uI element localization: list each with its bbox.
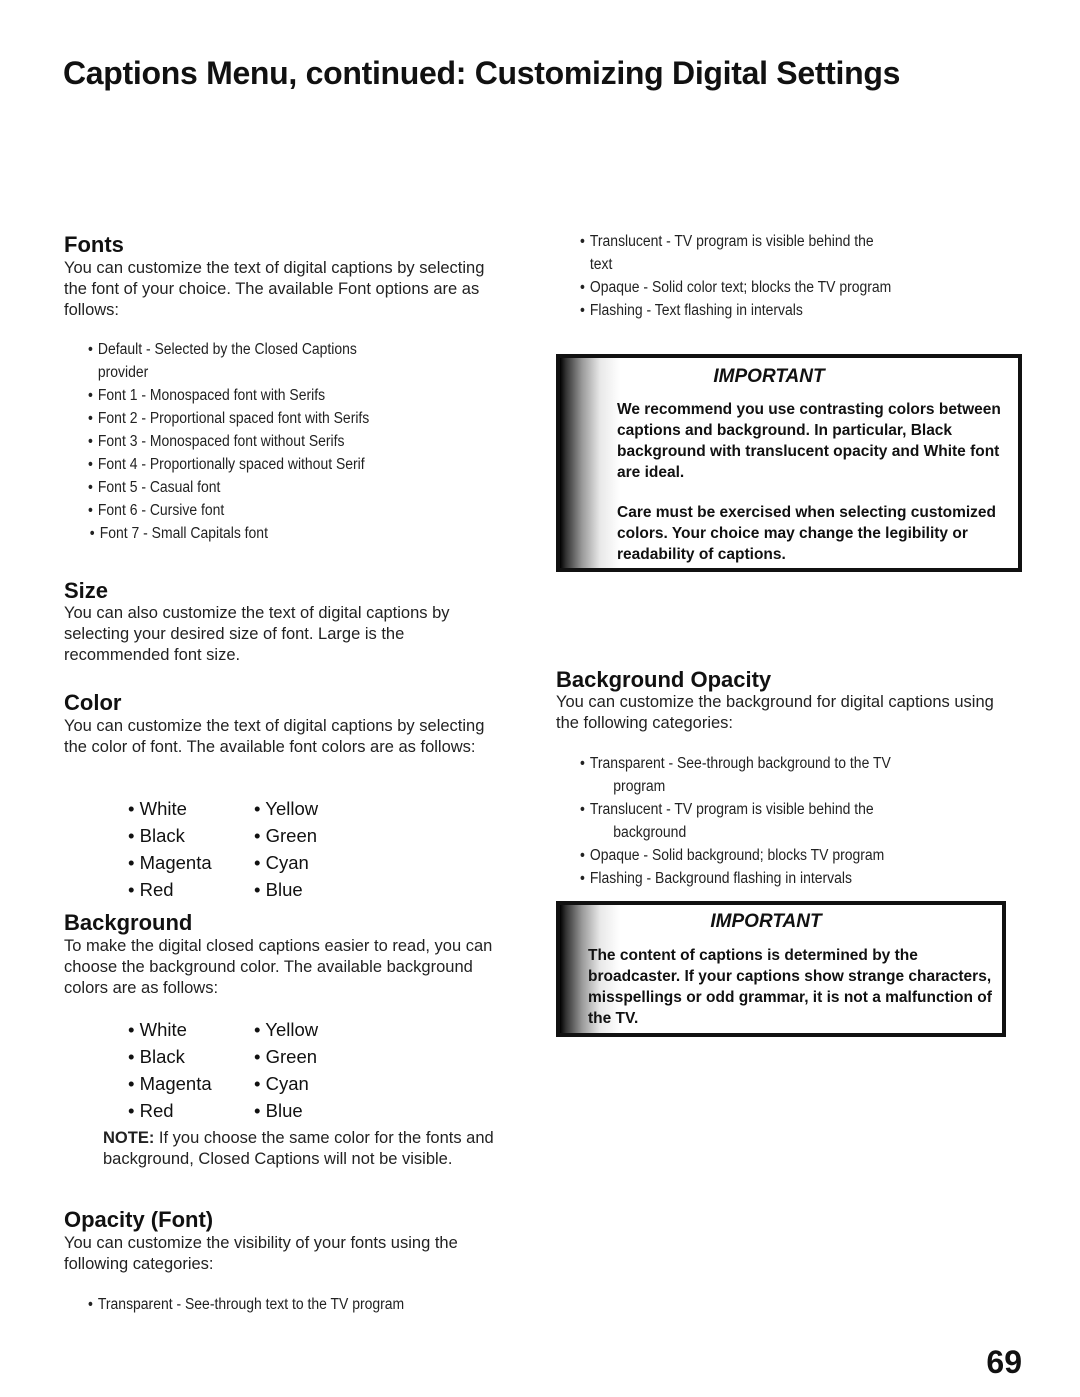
color-option: Red <box>128 1100 254 1122</box>
size-text: You can also customize the text of digit… <box>64 604 450 664</box>
color-option: Blue <box>254 1100 374 1122</box>
list-item: Flashing - Text flashing in intervals <box>580 299 958 322</box>
list-item: Flashing - Background flashing in interv… <box>580 867 967 890</box>
color-option: White <box>128 1019 254 1041</box>
important-para: The content of captions is determined by… <box>588 947 992 1027</box>
background-note: NOTE: If you choose the same color for t… <box>103 1128 513 1170</box>
opacity-font-list-continued: Translucent - TV program is visible behi… <box>580 230 958 322</box>
color-heading: Color <box>64 690 122 715</box>
list-item: Font 6 - Cursive font <box>88 499 466 522</box>
fonts-heading: Fonts <box>64 232 124 257</box>
color-option: White <box>128 798 254 820</box>
important-box-broadcaster: IMPORTANT The content of captions is det… <box>556 901 1006 1037</box>
list-item: Font 4 - Proportionally spaced without S… <box>88 453 466 476</box>
list-item: Font 1 - Monospaced font with Serifs <box>88 384 466 407</box>
color-option: Blue <box>254 879 374 901</box>
color-option: Yellow <box>254 798 374 820</box>
color-option: Cyan <box>254 852 374 874</box>
color-option: Magenta <box>128 852 254 874</box>
opacity-font-list: Transparent - See-through text to the TV… <box>88 1293 466 1316</box>
page-title: Captions Menu, continued: Customizing Di… <box>63 55 901 91</box>
color-option: Yellow <box>254 1019 374 1041</box>
list-item: Font 3 - Monospaced font without Serifs <box>88 430 466 453</box>
opacity-font-intro: You can customize the visibility of your… <box>64 1234 458 1273</box>
note-label: NOTE: <box>103 1129 155 1147</box>
color-intro: You can customize the text of digital ca… <box>64 717 485 756</box>
color-option: Green <box>254 825 374 847</box>
background-heading: Background <box>64 910 193 935</box>
list-item: Opaque - Solid background; blocks TV pro… <box>580 844 967 867</box>
color-option: Magenta <box>128 1073 254 1095</box>
note-text: If you choose the same color for the fon… <box>103 1129 494 1168</box>
important-para: Care must be exercised when selecting cu… <box>617 504 997 563</box>
list-item: Translucent - TV program is visible behi… <box>580 230 958 276</box>
list-item: Opaque - Solid color text; blocks the TV… <box>580 276 958 299</box>
background-opacity-intro: You can customize the background for dig… <box>556 693 994 732</box>
background-intro: To make the digital closed captions easi… <box>64 937 493 997</box>
list-item: Transparent - See-through text to the TV… <box>88 1293 466 1316</box>
size-heading: Size <box>64 578 109 603</box>
background-opacity-list: Transparent - See-through background to … <box>580 752 967 890</box>
list-item: Font 7 - Small Capitals font <box>90 522 466 545</box>
list-item: Default - Selected by the Closed Caption… <box>88 338 466 384</box>
color-option: Black <box>128 825 254 847</box>
fonts-list: Default - Selected by the Closed Caption… <box>88 338 466 545</box>
list-item: Font 2 - Proportional spaced font with S… <box>88 407 466 430</box>
list-item: Transparent - See-through background to … <box>580 752 967 798</box>
important-box-contrast: IMPORTANT We recommend you use contrasti… <box>556 354 1022 572</box>
fonts-intro: You can customize the text of digital ca… <box>64 259 485 319</box>
list-item: Translucent - TV program is visible behi… <box>580 798 967 844</box>
color-option: Green <box>254 1046 374 1068</box>
color-option: Black <box>128 1046 254 1068</box>
important-title: IMPORTANT <box>713 366 825 387</box>
important-para: We recommend you use contrasting colors … <box>617 401 1001 481</box>
background-color-options: White Yellow Black Green Magenta Cyan Re… <box>128 1019 374 1122</box>
page-number: 69 <box>986 1344 1022 1380</box>
background-opacity-heading: Background Opacity <box>556 667 772 692</box>
opacity-font-heading: Opacity (Font) <box>64 1207 214 1232</box>
color-option: Cyan <box>254 1073 374 1095</box>
important-title: IMPORTANT <box>710 911 822 932</box>
font-color-options: White Yellow Black Green Magenta Cyan Re… <box>128 798 374 901</box>
list-item: Font 5 - Casual font <box>88 476 466 499</box>
color-option: Red <box>128 879 254 901</box>
